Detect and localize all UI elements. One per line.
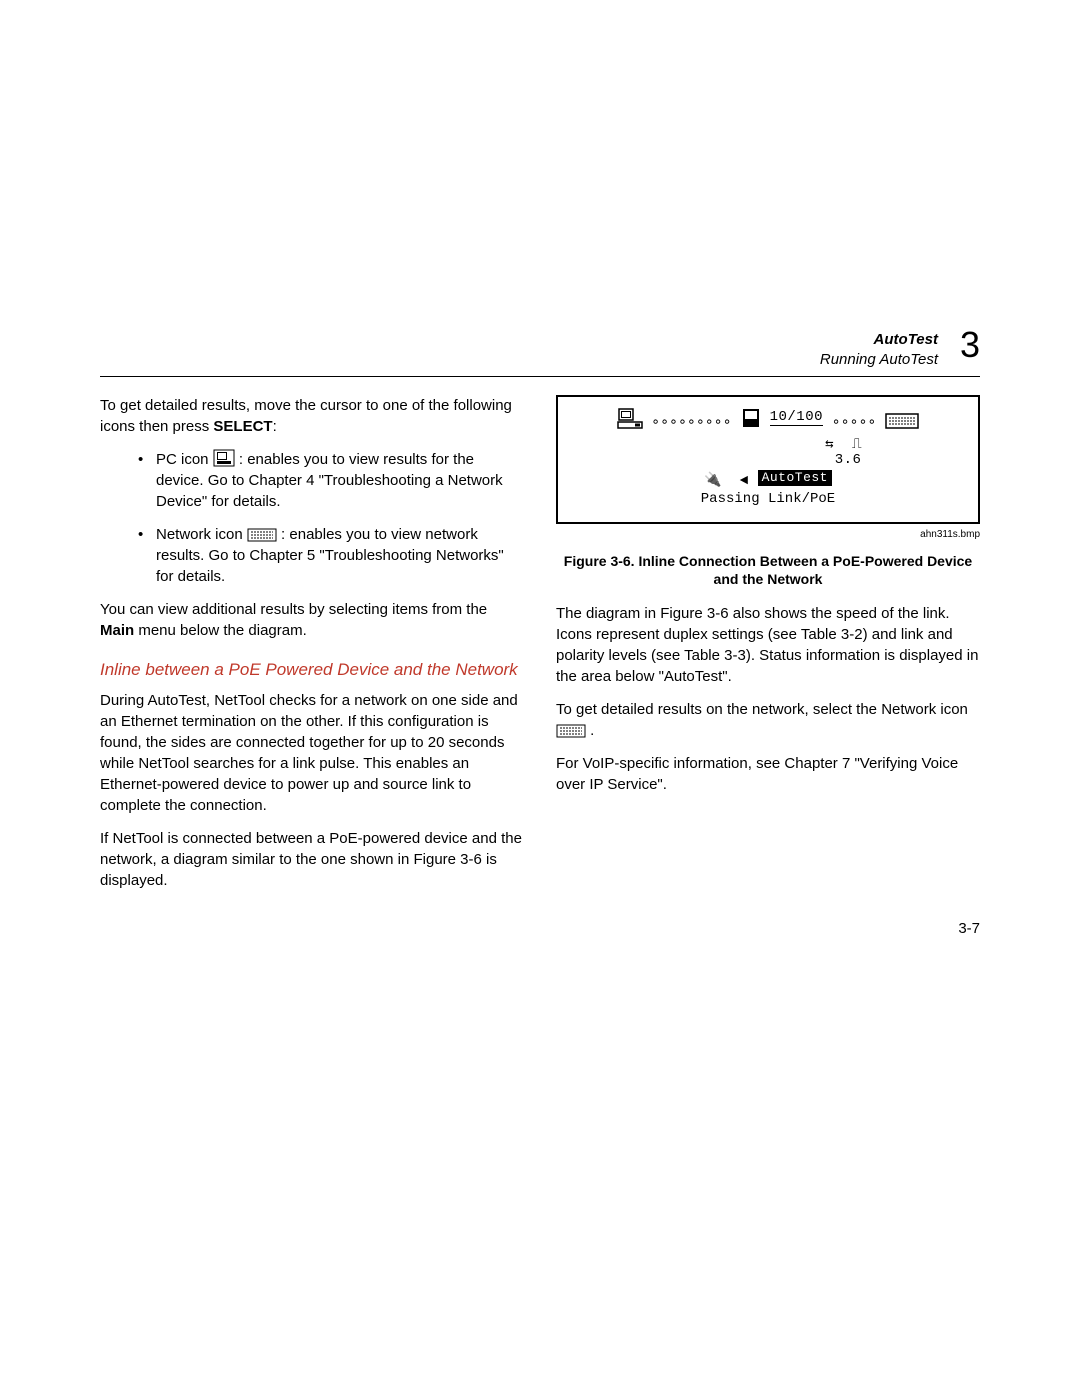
intro-text: To get detailed results, move the cursor… (100, 397, 512, 435)
link-dots-right: ∘∘∘∘∘ (832, 415, 877, 431)
figure-speed: 10/100 (770, 409, 823, 426)
right-p2-b: . (590, 722, 594, 739)
after-bullets: You can view additional results by selec… (100, 599, 524, 641)
right-p2: To get detailed results on the network, … (556, 699, 980, 741)
bullet-list: PC icon : enables you to view results fo… (100, 449, 524, 587)
page-number: 3-7 (958, 920, 980, 937)
left-column: To get detailed results, move the cursor… (100, 395, 524, 903)
nettool-device-icon (741, 407, 761, 436)
figure-filename: ahn311s.bmp (556, 528, 980, 542)
link-dots-left: ∘∘∘∘∘∘∘∘∘ (651, 415, 731, 431)
section-heading-inline-poe: Inline between a PoE Powered Device and … (100, 659, 524, 682)
network-icon (556, 724, 586, 738)
pc-icon (617, 407, 643, 436)
figure-3-6: ∘∘∘∘∘∘∘∘∘ 10/100 ∘∘∘∘∘ (556, 395, 980, 524)
header-subtitle: Running AutoTest (820, 350, 938, 370)
network-icon (885, 413, 919, 436)
bullet-pc-lead: PC icon (156, 451, 213, 468)
after-bullets-a: You can view additional results by selec… (100, 601, 487, 618)
figure-top-row: ∘∘∘∘∘∘∘∘∘ 10/100 ∘∘∘∘∘ (617, 407, 920, 436)
left-p1: During AutoTest, NetTool checks for a ne… (100, 690, 524, 816)
right-column: ∘∘∘∘∘∘∘∘∘ 10/100 ∘∘∘∘∘ (556, 395, 980, 903)
figure-autotest-label: AutoTest (758, 470, 832, 486)
after-bullets-main: Main (100, 622, 134, 639)
pc-icon (213, 449, 235, 467)
right-p2-a: To get detailed results on the network, … (556, 701, 968, 718)
chapter-number: 3 (960, 324, 980, 366)
bullet-network: Network icon : enables you to view netwo… (156, 524, 524, 587)
header-text-block: AutoTest Running AutoTest (820, 330, 938, 369)
intro-colon: : (273, 418, 277, 435)
header-title: AutoTest (820, 330, 938, 350)
after-bullets-b: menu below the diagram. (134, 622, 307, 639)
figure-label-row: 🔌 ◄ AutoTest (617, 470, 920, 491)
figure-value: 3.6 (835, 452, 862, 468)
bullet-net-lead: Network icon (156, 526, 247, 543)
network-icon (247, 528, 277, 542)
left-p2: If NetTool is connected between a PoE-po… (100, 828, 524, 891)
right-p1: The diagram in Figure 3-6 also shows the… (556, 603, 980, 687)
bullet-pc: PC icon : enables you to view results fo… (156, 449, 524, 512)
figure-caption: Figure 3-6. Inline Connection Between a … (556, 552, 980, 590)
right-p3: For VoIP-specific information, see Chapt… (556, 753, 980, 795)
figure-mid-row: ⇆ ⎍ (617, 434, 920, 455)
figure-status: Passing Link/PoE (617, 490, 920, 510)
header-rule (100, 376, 980, 377)
plug-icon: 🔌 (704, 473, 722, 491)
cursor-icon: ◄ (740, 473, 749, 491)
figure-val-row: 3.6 (617, 452, 920, 470)
intro-paragraph: To get detailed results, move the cursor… (100, 395, 524, 437)
content-columns: To get detailed results, move the cursor… (100, 395, 980, 903)
intro-select: SELECT (213, 418, 272, 435)
document-page: AutoTest Running AutoTest 3 To get detai… (0, 0, 1080, 1397)
figure-inner: ∘∘∘∘∘∘∘∘∘ 10/100 ∘∘∘∘∘ (617, 407, 920, 510)
